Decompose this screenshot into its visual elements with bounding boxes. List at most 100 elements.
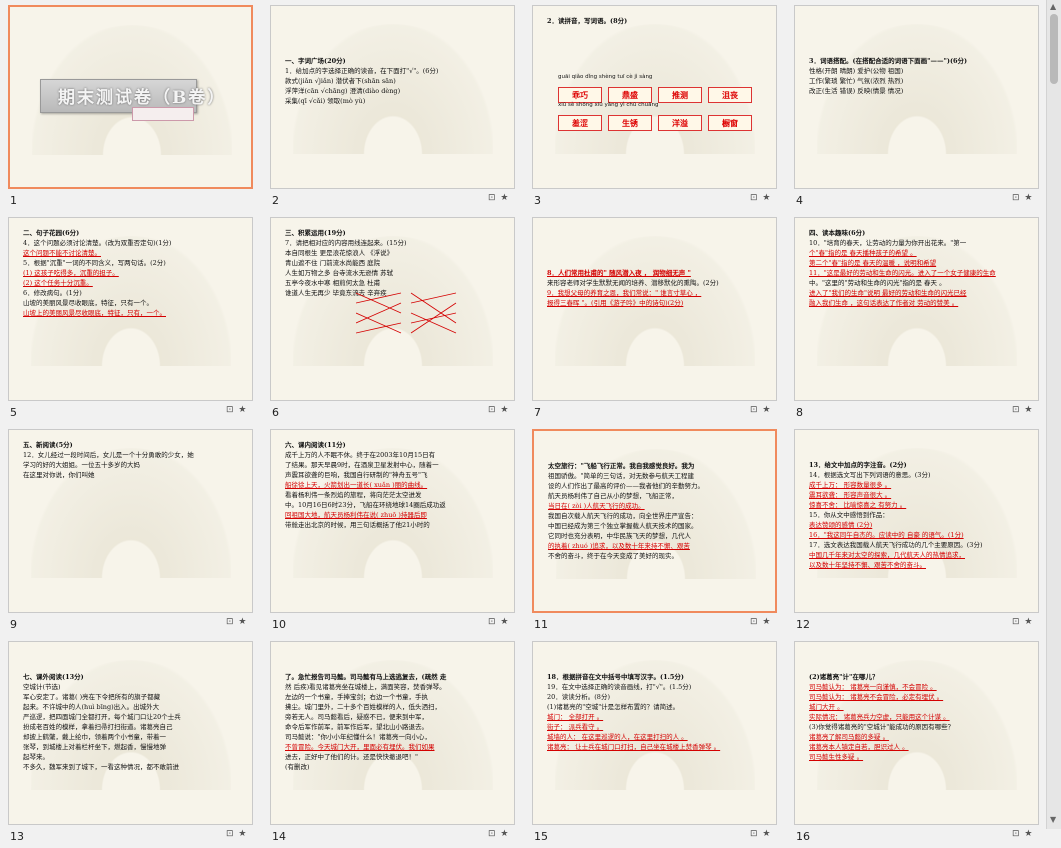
answer-box: 生锈 (608, 115, 652, 131)
slide-text: 六、课内阅读(11分) 成千上万的人不眠不休。终于在2003年10月15日有 了结果… (285, 440, 503, 530)
text-line: 山坡的美丽风景尽收眼底，特征，只有一个。 (23, 299, 153, 307)
slide-canvas: 七、课外阅读(13分) 空城计(节选) 军心安定了。诸葛( )亮在下令把所有的旗子都… (8, 641, 253, 825)
slide-transition-star-icon[interactable]: ⊡ ★ (1012, 193, 1033, 203)
text-line: 祖国骄傲。"简单的三句话，对无数参与航天工程建 (548, 472, 694, 480)
slide-thumbnail[interactable]: 18．根据拼音在文中括号中填写汉字。(1.5分) 19．在文中选择正确的读音画线，… (524, 636, 786, 848)
slide-transition-star-icon[interactable]: ⊡ ★ (226, 829, 247, 839)
answer-box: 沮丧 (708, 87, 752, 103)
slide-transition-star-icon[interactable]: ⊡ ★ (750, 193, 771, 203)
slide-transition-star-icon[interactable]: ⊡ ★ (226, 617, 247, 627)
slide-thumbnail[interactable]: 三、积累运用(19分) 7．请把相对应的内容用线连起来。(15分) 本自同根生 更是… (262, 212, 524, 424)
slide-transition-star-icon[interactable]: ⊡ ★ (1012, 405, 1033, 415)
slide-canvas: 13．给文中加点的字注音。(2分) 14．根据选文写出下列词语的意思。(3分) 成千… (794, 429, 1039, 613)
slide-transition-star-icon[interactable]: ⊡ ★ (1012, 617, 1033, 627)
slide-transition-star-icon[interactable]: ⊡ ★ (1012, 829, 1033, 839)
text-line: 性格(开朗 晴朗) 爱护(公物 祖国) (809, 67, 904, 75)
slide-canvas: 8．人们常用杜甫的" 随风潜入夜 ， 润物细无声 " 来形容老师对学生默默无闻的培… (532, 217, 777, 401)
text-line: 第二个"春"指的是 春天的温暖 ，说明和希望 (809, 259, 937, 267)
text-line: 表达赞颂的感情 (2分) (809, 521, 873, 529)
slide-thumbnail[interactable]: 13．给文中加点的字注音。(2分) 14．根据选文写出下列词语的意思。(3分) 成千… (786, 424, 1048, 636)
text-line: 它同时也充分表明，中华民族飞天的梦想，几代人 (548, 532, 691, 540)
match-line (356, 312, 402, 334)
slide-transition-star-icon[interactable]: ⊡ ★ (226, 405, 247, 415)
text-line: 司马懿认为： 诸葛亮不会冒险，必定有埋伏 。 (809, 693, 944, 701)
text-line: 12．女儿经过一段时间后，女儿是一个十分勇敢的少女，她 (23, 451, 194, 459)
text-line: 成千上万： 形容数量很多 。 (809, 481, 892, 489)
slide-thumbnail[interactable]: 了。急忙报告司马懿。司马懿有马上选逃复去，(疏然 走然 后疾)看见诸葛亮坐在城楼… (262, 636, 524, 848)
text-line: 震耳欲聋： 形容声音很大 。 (809, 491, 892, 499)
slide-number: 14 (272, 830, 286, 843)
text-line: 9．我想父母的养育之恩，我们常说：" 谁言寸草心 ， (547, 289, 702, 297)
slide-thumbnail[interactable]: 四、读本趣味(6分) 10．"培育的春天，让劳动的力量为你开出花来。"第一 个"春"… (786, 212, 1048, 424)
slide-transition-star-icon[interactable]: ⊡ ★ (750, 617, 771, 627)
slide-transition-star-icon[interactable]: ⊡ ★ (488, 829, 509, 839)
slide-text: 七、课外阅读(13分) 空城计(节选) 军心安定了。诸葛( )亮在下令把所有的旗子都… (23, 672, 241, 772)
slide-transition-star-icon[interactable]: ⊡ ★ (750, 829, 771, 839)
slide-transition-star-icon[interactable]: ⊡ ★ (488, 193, 509, 203)
slide-canvas: 六、课内阅读(11分) 成千上万的人不眠不休。终于在2003年10月15日有 了结果… (270, 429, 515, 613)
text-line: 城墙的人： 在这里巡逻的人，在这里打扫的人 。 (547, 733, 688, 741)
answer-box-row: 乖巧 鼎盛 推测 沮丧 (558, 83, 758, 103)
text-line: 不舍的奋斗，终于在今天变成了美好的现实。 (548, 552, 678, 560)
slide-number: 13 (10, 830, 24, 843)
text-line: 7．请把相对应的内容用线连起来。(15分) (285, 239, 407, 247)
slide-thumbnail[interactable]: 3．词语搭配。(在搭配合适的词语下面画"——")(6分) 性格(开朗 晴朗) 爱护… (786, 0, 1048, 212)
slide-thumbnail[interactable]: 七、课外阅读(13分) 空城计(节选) 军心安定了。诸葛( )亮在下令把所有的旗子都… (0, 636, 262, 848)
match-line (356, 302, 402, 324)
match-line (356, 322, 402, 334)
slide-thumbnail[interactable]: (2)诸葛亮"计"在哪儿？ 司马懿认为： 诸葛亮一向谨慎，不会冒险 。司马懿认为：… (786, 636, 1048, 848)
text-line: 声震耳欲聋的巨响，我国自行研制的"神舟五号"飞 (285, 471, 428, 479)
matching-lines (356, 292, 457, 334)
slide-text: 一、字词广场(20分) 1．给加点的字选择正确的读音，在下面打"√"。(6分) 款式… (285, 56, 503, 106)
slide-thumbnail[interactable]: 二、句子花园(6分) 4．这个问题必须讨论清楚。(改为双重否定句)(1分) 这个问题… (0, 212, 262, 424)
text-line: 中。10月16日6时23分，飞船在环绕地球14圈后成功返 (285, 501, 446, 509)
slide-transition-star-icon[interactable]: ⊡ ★ (488, 617, 509, 627)
text-line: 融入我们生命 ，这句话表达了作者对 劳动的赞美 。 (809, 299, 959, 307)
slide-number: 8 (796, 406, 803, 419)
scroll-down-arrow-icon[interactable]: ▼ (1050, 815, 1056, 824)
match-line (356, 292, 402, 304)
text-line: 4．这个问题必须讨论清楚。(改为双重否定句)(1分) (23, 239, 172, 247)
slide-canvas: 3．词语搭配。(在搭配合适的词语下面画"——")(6分) 性格(开朗 晴朗) 爱护… (794, 5, 1039, 189)
scroll-up-arrow-icon[interactable]: ▲ (1050, 2, 1056, 11)
slide-transition-star-icon[interactable]: ⊡ ★ (750, 405, 771, 415)
slide-number: 4 (796, 194, 803, 207)
pinyin-row: guāi qiǎo dǐng shèng tuī cè jì sàng (558, 74, 653, 80)
text-line: 的执着( zhuó )追求，以及数十年来持不懈、艰苦 (548, 542, 690, 550)
text-line: 二、句子花园(6分) (23, 229, 80, 237)
text-line: 军心安定了。诸葛( )亮在下令把所有的旗子都藏 (23, 693, 161, 701)
answer-box: 橱窗 (708, 115, 752, 131)
slide-thumbnail[interactable]: 五、新阅读(5分) 12．女儿经过一段时间后，女儿是一个十分勇敢的少女，她 学习的好… (0, 424, 262, 636)
text-line: 航天员杨利伟了自己从小的梦想，飞船正常， (548, 492, 678, 500)
answer-box: 鼎盛 (608, 87, 652, 103)
slide-thumbnail[interactable]: 一、字词广场(20分) 1．给加点的字选择正确的读音，在下面打"√"。(6分) 款式… (262, 0, 524, 212)
text-line: 报得三春晖 "。(引用《游子吟》中的诗句)(2分) (547, 299, 684, 307)
answer-box-row: 羞涩 生锈 洋溢 橱窗 (558, 111, 758, 131)
slide-thumbnail[interactable]: 8．人们常用杜甫的" 随风潜入夜 ， 润物细无声 " 来形容老师对学生默默无闻的培… (524, 212, 786, 424)
text-line: 采集(qī √cǎi) 领取(mò yù) (285, 97, 366, 105)
text-line: 这个问题不能不讨论清楚。 (23, 249, 101, 257)
slide-thumbnail[interactable]: 2．读拼音，写词语。(8分) guāi qiǎo dǐng shèng tuī c… (524, 0, 786, 212)
slide-thumbnail[interactable]: 六、课内阅读(11分) 成千上万的人不眠不休。终于在2003年10月15日有 了结果… (262, 424, 524, 636)
slide-text: 太空旅行："飞船飞行正常。我自我感觉良好。我为 祖国骄傲。"简单的三句话，对无数参… (548, 461, 766, 561)
text-line: 工作(繁琐 繁忙) 气氛(浓烈 热烈) (809, 77, 904, 85)
slide-text: 五、新阅读(5分) 12．女儿经过一段时间后，女儿是一个十分勇敢的少女，她 学习的好… (23, 440, 241, 480)
text-line: 10．"培育的春天，让劳动的力量为你开出花来。"第一 (809, 239, 967, 247)
slide-thumbnail[interactable]: 太空旅行："飞船飞行正常。我自我感觉良好。我为 祖国骄傲。"简单的三句话，对无数参… (524, 424, 786, 636)
slide-canvas: (2)诸葛亮"计"在哪儿？ 司马懿认为： 诸葛亮一向谨慎，不会冒险 。司马懿认为：… (794, 641, 1039, 825)
text-line: 17．选文表达我国载人航天飞行成功的几个主要原因。(3分) (809, 541, 983, 549)
scroll-thumb[interactable] (1050, 14, 1058, 84)
slide-thumbnail[interactable]: 期末测试卷（B卷） 1 (0, 0, 262, 212)
text-line: 诸葛亮了解司马懿的多疑 。 (809, 733, 890, 741)
text-line: 学习的好的大姐姐。一位五十多岁的大妈 (23, 461, 140, 469)
slide-transition-star-icon[interactable]: ⊡ ★ (488, 405, 509, 415)
slide-number: 11 (534, 618, 548, 631)
match-line (410, 312, 457, 334)
vertical-scrollbar[interactable]: ▲ ▼ (1046, 0, 1061, 829)
text-line: 个"春"指的是 春天播种孩子的希望 。 (809, 249, 917, 257)
text-line: 中。"这里的"劳动和生命的闪光"指的是 春天 。 (809, 279, 946, 287)
slide-canvas: 2．读拼音，写词语。(8分) guāi qiǎo dǐng shèng tuī c… (532, 5, 777, 189)
match-line (410, 292, 457, 304)
text-line: 命令后军作前军，前军作后军，望北山小路退去。 (285, 723, 428, 731)
slide-canvas: 期末测试卷（B卷） (8, 5, 253, 189)
